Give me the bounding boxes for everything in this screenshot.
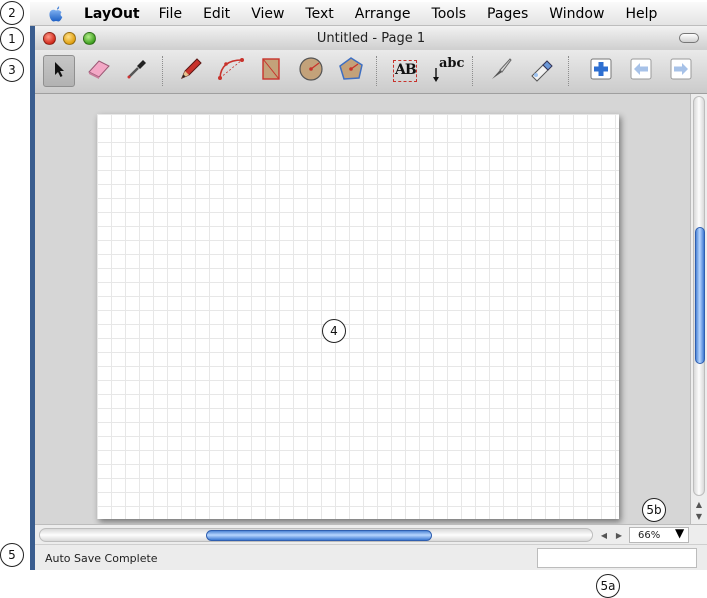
label-tool-button[interactable]: abc xyxy=(429,55,464,87)
eraser-icon xyxy=(86,58,112,84)
text-tool-button[interactable]: AB xyxy=(389,55,421,87)
toolbar-toggle-button[interactable] xyxy=(679,33,699,43)
arc-icon xyxy=(217,56,245,86)
vertical-scroll-track[interactable] xyxy=(693,96,705,496)
glue-icon xyxy=(528,56,554,86)
toolbar-separator xyxy=(376,56,377,86)
text-ab-icon: AB xyxy=(393,60,417,82)
callout-5b: 5b xyxy=(642,498,666,522)
menu-app-name[interactable]: LayOut xyxy=(84,6,140,22)
drawing-area[interactable]: 4 5b xyxy=(35,94,690,524)
callout-4: 4 xyxy=(322,319,346,343)
measurements-box[interactable] xyxy=(537,548,697,568)
vertical-scrollbar[interactable]: ▲ ▼ xyxy=(690,94,707,524)
rectangle-tool-button[interactable] xyxy=(255,55,287,87)
pencil-icon xyxy=(178,56,204,86)
polygon-tool-button[interactable] xyxy=(335,55,367,87)
select-tool-button[interactable] xyxy=(43,55,75,87)
callout-3: 3 xyxy=(0,58,24,82)
rectangle-icon xyxy=(259,56,283,86)
scroll-right-arrow-icon[interactable]: ▶ xyxy=(612,528,626,542)
menu-window[interactable]: Window xyxy=(549,6,604,22)
plus-page-icon xyxy=(589,57,613,85)
horizontal-scroll-row: ◀ ▶ 66% ▼ xyxy=(35,524,707,544)
circle-tool-button[interactable] xyxy=(295,55,327,87)
join-tool-button[interactable] xyxy=(525,55,557,87)
callout-2: 2 xyxy=(0,1,24,25)
split-tool-button[interactable] xyxy=(485,55,517,87)
menu-pages[interactable]: Pages xyxy=(487,6,528,22)
previous-page-button[interactable] xyxy=(625,55,657,87)
chevron-down-icon[interactable]: ▼ xyxy=(675,526,684,540)
label-abc-icon: abc xyxy=(431,56,464,84)
scroll-down-arrow-icon[interactable]: ▼ xyxy=(691,510,707,522)
title-bar[interactable]: Untitled - Page 1 xyxy=(35,26,707,50)
menu-arrange[interactable]: Arrange xyxy=(355,6,411,22)
toolbar-separator xyxy=(162,56,163,86)
zoom-window-button[interactable] xyxy=(83,32,96,45)
horizontal-scroll-thumb[interactable] xyxy=(206,530,432,541)
status-message: Auto Save Complete xyxy=(45,552,158,565)
eyedropper-icon xyxy=(125,57,149,85)
arc-tool-button[interactable] xyxy=(215,55,247,87)
minimize-button[interactable] xyxy=(63,32,76,45)
menu-view[interactable]: View xyxy=(251,6,284,22)
right-arrow-page-icon xyxy=(669,57,693,85)
apple-icon[interactable] xyxy=(46,4,66,24)
menu-tools[interactable]: Tools xyxy=(432,6,467,22)
menu-file[interactable]: File xyxy=(159,6,182,22)
document-page[interactable] xyxy=(97,114,619,519)
scroll-left-arrow-icon[interactable]: ◀ xyxy=(597,528,611,542)
label-abc-text: abc xyxy=(439,56,465,71)
eraser-tool-button[interactable] xyxy=(83,55,115,87)
close-button[interactable] xyxy=(43,32,56,45)
line-tool-button[interactable] xyxy=(175,55,207,87)
add-page-button[interactable] xyxy=(585,55,617,87)
next-page-button[interactable] xyxy=(665,55,697,87)
status-bar: Auto Save Complete xyxy=(35,544,707,570)
arrow-icon xyxy=(51,60,67,82)
vertical-scroll-thumb[interactable] xyxy=(695,227,705,364)
menu-edit[interactable]: Edit xyxy=(203,6,230,22)
toolbar-separator xyxy=(472,56,473,86)
toolbar: AB abc xyxy=(35,50,707,94)
style-tool-button[interactable] xyxy=(121,55,153,87)
menu-bar: LayOut File Edit View Text Arrange Tools… xyxy=(30,2,707,26)
callout-5a: 5a xyxy=(596,574,620,598)
callout-1: 1 xyxy=(0,27,24,51)
text-ab-label: AB xyxy=(395,62,417,78)
knife-icon xyxy=(488,56,514,86)
scroll-up-arrow-icon[interactable]: ▲ xyxy=(691,498,707,510)
toolbar-separator xyxy=(568,56,569,86)
polygon-icon xyxy=(338,56,364,86)
callout-5: 5 xyxy=(0,543,24,567)
menu-text[interactable]: Text xyxy=(305,6,333,22)
horizontal-scroll-track[interactable] xyxy=(39,528,593,542)
circle-icon xyxy=(298,56,324,86)
zoom-value: 66% xyxy=(638,529,661,541)
document-window: Untitled - Page 1 AB abc 4 5b ▲ ▼ ◀ ▶ 66… xyxy=(35,26,707,570)
left-arrow-page-icon xyxy=(629,57,653,85)
window-title: Untitled - Page 1 xyxy=(316,30,426,46)
menu-help[interactable]: Help xyxy=(625,6,657,22)
